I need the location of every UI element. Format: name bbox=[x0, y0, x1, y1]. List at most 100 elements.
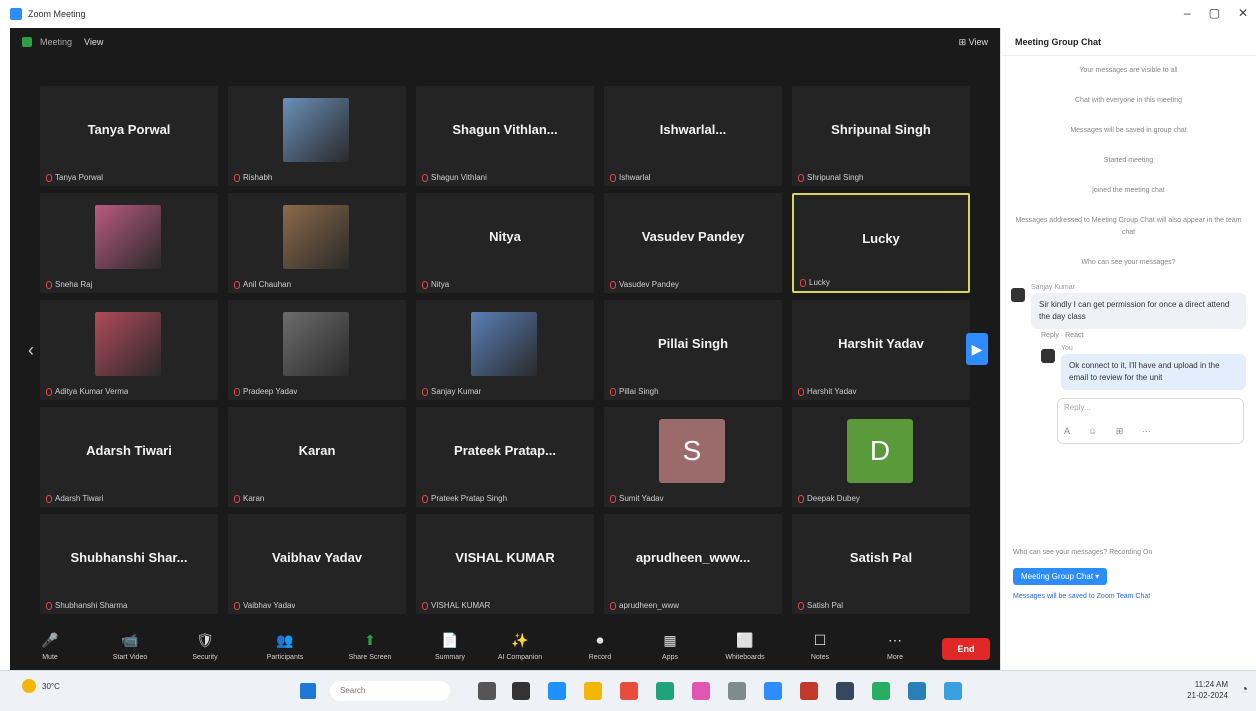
compose-tools[interactable]: A ☺ ⊞ ⋯ bbox=[1064, 426, 1237, 437]
minimize-button[interactable]: – bbox=[1184, 6, 1191, 20]
app-icon[interactable] bbox=[908, 682, 926, 700]
meeting-stat: View bbox=[84, 37, 104, 47]
participant-label-text: Tanya Porwal bbox=[55, 173, 104, 182]
file-explorer-icon[interactable] bbox=[584, 682, 602, 700]
clock[interactable]: 11:24 AM 21-02-2024 bbox=[1187, 679, 1228, 701]
participant-tile[interactable]: Rishabh bbox=[228, 86, 406, 186]
maximize-button[interactable]: ▢ bbox=[1209, 6, 1220, 20]
participant-tile[interactable]: Sanjay Kumar bbox=[416, 300, 594, 400]
settings-icon[interactable] bbox=[728, 682, 746, 700]
participant-tile[interactable]: Lucky Lucky bbox=[792, 193, 970, 293]
participant-tile[interactable]: S Sumit Yadav bbox=[604, 407, 782, 507]
toolbar-button[interactable]: ⏺ Record bbox=[570, 632, 630, 661]
widget-icon[interactable] bbox=[512, 682, 530, 700]
toolbar-button[interactable]: 📄 Summary bbox=[420, 632, 480, 661]
participant-tile[interactable]: Shubhanshi Shar... Shubhanshi Sharma bbox=[40, 514, 218, 614]
toolbar-label: Participants bbox=[266, 654, 304, 661]
toolbar-label: Apps bbox=[662, 654, 678, 661]
toolbar-button[interactable]: ✨ AI Companion bbox=[490, 632, 550, 661]
participant-tile[interactable]: Sneha Raj bbox=[40, 193, 218, 293]
toolbar-button[interactable]: ⬆ Share Screen bbox=[340, 632, 400, 661]
chrome-icon[interactable] bbox=[620, 682, 638, 700]
participant-tile[interactable]: Tanya Porwal Tanya Porwal bbox=[40, 86, 218, 186]
taskview-icon[interactable] bbox=[478, 682, 496, 700]
chat-message[interactable]: Sanjay Kumar Sir kindly I can get permis… bbox=[1011, 284, 1246, 329]
app-icon[interactable] bbox=[872, 682, 890, 700]
participant-label: Nitya bbox=[422, 280, 449, 289]
participant-tile[interactable]: Shripunal Singh Shripunal Singh bbox=[792, 86, 970, 186]
app-icon[interactable] bbox=[836, 682, 854, 700]
participant-label-text: Sumit Yadav bbox=[619, 494, 664, 503]
toolbar-label: Security bbox=[192, 654, 218, 661]
next-page-icon[interactable]: ▶ bbox=[966, 333, 988, 365]
avatar bbox=[1011, 288, 1025, 302]
photos-icon[interactable] bbox=[692, 682, 710, 700]
participant-label: Ishwarlal bbox=[610, 173, 651, 182]
clock-time: 11:24 AM bbox=[1194, 680, 1228, 689]
save-note[interactable]: Messages will be saved to Zoom Team Chat bbox=[1013, 593, 1245, 600]
participant-tile[interactable]: aprudheen_www... aprudheen_www bbox=[604, 514, 782, 614]
participant-tile[interactable]: Pradeep Yadav bbox=[228, 300, 406, 400]
meeting-info[interactable]: Meeting bbox=[40, 37, 72, 47]
notification-icon[interactable]: ◔ bbox=[1241, 682, 1248, 696]
participant-name: Karan bbox=[298, 443, 336, 458]
toolbar-button[interactable]: 🛡 Security bbox=[175, 632, 235, 661]
weather-widget[interactable]: 30°C bbox=[22, 679, 60, 693]
mic-muted-icon bbox=[422, 387, 428, 396]
participant-tile[interactable]: D Deepak Dubey bbox=[792, 407, 970, 507]
participant-tile[interactable]: Adarsh Tiwari Adarsh Tiwari bbox=[40, 407, 218, 507]
store-icon[interactable] bbox=[656, 682, 674, 700]
chat-panel-title: Meeting Group Chat bbox=[1001, 28, 1256, 56]
participant-tile[interactable]: Prateek Pratap... Prateek Pratap Singh bbox=[416, 407, 594, 507]
toolbar-button[interactable]: 👥 Participants bbox=[255, 632, 315, 661]
participant-tile[interactable]: Anil Chauhan bbox=[228, 193, 406, 293]
security-shield-icon[interactable] bbox=[22, 37, 32, 47]
participant-avatar: D bbox=[847, 419, 913, 483]
reply-placeholder: Reply... bbox=[1064, 403, 1091, 412]
participant-photo bbox=[283, 312, 349, 376]
toolbar-button[interactable]: 🎤 Mute bbox=[20, 632, 80, 661]
reply-input[interactable]: Reply... A ☺ ⊞ ⋯ bbox=[1057, 398, 1244, 444]
toolbar-button[interactable]: 📹 Start Video bbox=[100, 632, 160, 661]
toolbar-label: Mute bbox=[42, 654, 58, 661]
taskbar-search[interactable]: Search bbox=[330, 681, 450, 701]
reply-bar[interactable]: Reply · React bbox=[1041, 332, 1246, 339]
system-message: Your messages are visible to all bbox=[1079, 67, 1178, 74]
participant-avatar: S bbox=[659, 419, 725, 483]
participant-tile[interactable]: Vaibhav Yadav Vaibhav Yadav bbox=[228, 514, 406, 614]
participant-tile[interactable]: Ishwarlal... Ishwarlal bbox=[604, 86, 782, 186]
view-button[interactable]: ⊞ View bbox=[959, 37, 988, 48]
participant-tile[interactable]: Pillai Singh Pillai Singh bbox=[604, 300, 782, 400]
send-to-dropdown[interactable]: Meeting Group Chat ▾ bbox=[1013, 568, 1108, 585]
mic-muted-icon bbox=[46, 387, 52, 396]
participant-tile[interactable]: VISHAL KUMAR VISHAL KUMAR bbox=[416, 514, 594, 614]
zoom-icon[interactable] bbox=[764, 682, 782, 700]
participant-tile[interactable]: Harshit Yadav Harshit Yadav bbox=[792, 300, 970, 400]
toolbar-label: Share Screen bbox=[348, 654, 392, 661]
participant-tile[interactable]: Shagun Vithlan... Shagun Vithlani bbox=[416, 86, 594, 186]
end-meeting-button[interactable]: End bbox=[942, 638, 990, 660]
mic-muted-icon bbox=[234, 601, 240, 610]
message-text: Sir kindly I can get permission for once… bbox=[1031, 293, 1246, 329]
participant-tile[interactable]: Nitya Nitya bbox=[416, 193, 594, 293]
chat-message[interactable]: You Ok connect to it, I'll have and uplo… bbox=[1041, 345, 1246, 390]
app-icon[interactable] bbox=[944, 682, 962, 700]
toolbar-button[interactable]: ☐ Notes bbox=[790, 632, 850, 661]
start-button[interactable] bbox=[300, 683, 316, 699]
participant-tile[interactable]: Karan Karan bbox=[228, 407, 406, 507]
participant-name: Ishwarlal... bbox=[659, 122, 727, 137]
participant-tile[interactable]: Satish Pal Satish Pal bbox=[792, 514, 970, 614]
edge-icon[interactable] bbox=[548, 682, 566, 700]
close-button[interactable]: ✕ bbox=[1238, 6, 1248, 20]
previous-page-icon[interactable]: ‹ bbox=[28, 340, 34, 361]
mic-muted-icon bbox=[610, 494, 616, 503]
participant-tile[interactable]: Vasudev Pandey Vasudev Pandey bbox=[604, 193, 782, 293]
participant-name: Adarsh Tiwari bbox=[86, 443, 172, 458]
participant-label-text: Sanjay Kumar bbox=[431, 387, 482, 396]
app-icon[interactable] bbox=[800, 682, 818, 700]
participant-tile[interactable]: Aditya Kumar Verma bbox=[40, 300, 218, 400]
toolbar-button[interactable]: ⬜ Whiteboards bbox=[715, 632, 775, 661]
participant-label-text: Nitya bbox=[431, 280, 450, 289]
toolbar-button[interactable]: ▦ Apps bbox=[640, 632, 700, 661]
toolbar-button[interactable]: ⋯ More bbox=[865, 632, 925, 661]
